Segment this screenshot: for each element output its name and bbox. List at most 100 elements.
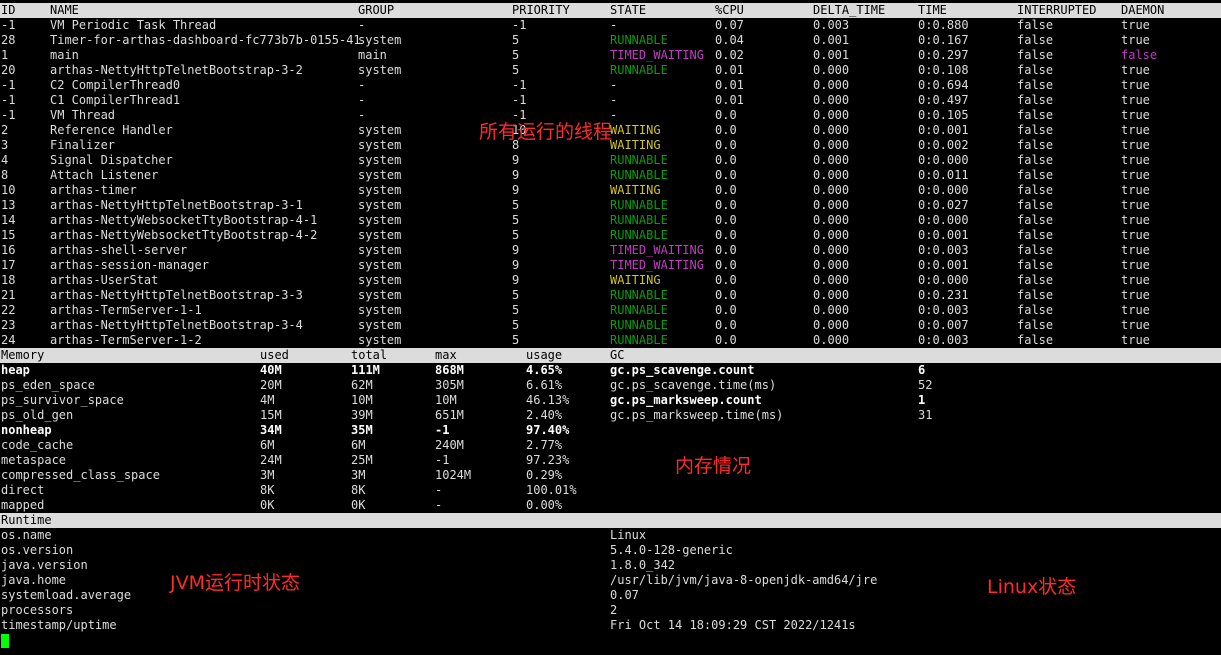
runtime-row: os.version 5.4.0-128-generic — [0, 543, 1221, 558]
runtime-row: os.name Linux — [0, 528, 1221, 543]
thread-priority: 5 — [512, 213, 520, 227]
thread-row: 1 main main 5 TIMED_WAITING 0.02 0.001 0:0.297 f… — [0, 48, 1221, 63]
thread-time: 0:0.231 — [918, 288, 969, 302]
thread-row: 16 arthas-shell-server system 9 TIMED_WAITIN… — [0, 243, 1221, 258]
thread-interrupted: false — [1017, 33, 1054, 47]
thread-group: system — [358, 318, 402, 332]
thread-header-id: ID — [1, 3, 16, 17]
thread-daemon: true — [1121, 153, 1150, 167]
memory-used: 4M — [260, 393, 275, 407]
thread-state: RUNNABLE — [610, 153, 668, 167]
memory-used: 3M — [260, 468, 275, 482]
thread-cpu: 0.0 — [715, 333, 737, 347]
thread-delta-time: 0.001 — [813, 33, 850, 47]
thread-state: - — [610, 93, 618, 107]
thread-name: Finalizer — [50, 138, 116, 152]
thread-priority: 5 — [512, 303, 520, 317]
thread-header-priority: PRIORITY — [512, 3, 570, 17]
thread-name: Attach Listener — [50, 168, 159, 182]
thread-row: -1 VM Periodic Task Thread - -1 - 0.07 0.003 0:… — [0, 18, 1221, 33]
thread-cpu: 0.0 — [715, 153, 737, 167]
thread-group: system — [358, 288, 402, 302]
thread-state: RUNNABLE — [610, 288, 668, 302]
thread-state: RUNNABLE — [610, 333, 668, 347]
thread-daemon: true — [1121, 258, 1150, 272]
thread-time: 0:0.000 — [918, 273, 969, 287]
thread-group: system — [358, 33, 402, 47]
terminal-cursor — [1, 634, 9, 648]
thread-state: RUNNABLE — [610, 228, 668, 242]
memory-max: -1 — [435, 453, 450, 467]
thread-time: 0:0.003 — [918, 303, 969, 317]
memory-usage: 2.77% — [526, 438, 563, 452]
runtime-value: 1.8.0_342 — [610, 558, 676, 572]
gc-metric-value: 6 — [918, 363, 926, 377]
thread-group: main — [358, 48, 387, 62]
thread-priority: 5 — [512, 48, 520, 62]
thread-group: system — [358, 63, 402, 77]
runtime-value: /usr/lib/jvm/java-8-openjdk-amd64/jre — [610, 573, 878, 587]
thread-daemon: true — [1121, 108, 1150, 122]
memory-used: 0K — [260, 498, 275, 512]
memory-row: heap 40M 111M 868M 4.65% gc.ps_scavenge.count… — [0, 363, 1221, 378]
thread-daemon: true — [1121, 123, 1150, 137]
thread-id: -1 — [1, 108, 16, 122]
thread-group: system — [358, 138, 402, 152]
thread-interrupted: false — [1017, 243, 1054, 257]
thread-cpu: 0.0 — [715, 243, 737, 257]
thread-row: 18 arthas-UserStat system 9 WAITING 0.0 0.000 0… — [0, 273, 1221, 288]
thread-cpu: 0.0 — [715, 108, 737, 122]
thread-interrupted: false — [1017, 78, 1054, 92]
thread-cpu: 0.0 — [715, 318, 737, 332]
thread-interrupted: false — [1017, 63, 1054, 77]
memory-header-gc: GC — [610, 348, 625, 362]
thread-interrupted: false — [1017, 198, 1054, 212]
thread-header-interrupted: INTERRUPTED — [1017, 3, 1097, 17]
thread-header-row: ID NAME GROUP PRIORITY STATE %CPU DELTA_TIME TI… — [0, 3, 1221, 18]
runtime-row: timestamp/uptime Fri Oct 14 18:09:29 CST … — [0, 618, 1221, 633]
gc-metric-value: 1 — [918, 393, 926, 407]
memory-header-row: Memory used total max usage GC — [0, 348, 1221, 363]
thread-time: 0:0.001 — [918, 228, 969, 242]
thread-id: -1 — [1, 93, 16, 107]
thread-delta-time: 0.000 — [813, 153, 850, 167]
thread-delta-time: 0.000 — [813, 303, 850, 317]
thread-delta-time: 0.000 — [813, 168, 850, 182]
gc-metric-value: 31 — [918, 408, 933, 422]
memory-memory-name: compressed_class_space — [1, 468, 160, 482]
thread-state: RUNNABLE — [610, 168, 668, 182]
runtime-key: timestamp/uptime — [1, 618, 117, 632]
thread-interrupted: false — [1017, 168, 1054, 182]
thread-interrupted: false — [1017, 108, 1054, 122]
memory-total: 3M — [351, 468, 366, 482]
memory-max: 240M — [435, 438, 464, 452]
runtime-header-title: Runtime — [1, 513, 52, 527]
thread-cpu: 0.01 — [715, 63, 744, 77]
thread-row: 10 arthas-timer system 9 WAITING 0.0 0.000 0:0.… — [0, 183, 1221, 198]
thread-name: Reference Handler — [50, 123, 173, 137]
thread-group: system — [358, 213, 402, 227]
thread-group: system — [358, 183, 402, 197]
thread-delta-time: 0.000 — [813, 108, 850, 122]
thread-delta-time: 0.000 — [813, 243, 850, 257]
thread-priority: 5 — [512, 228, 520, 242]
thread-group: system — [358, 123, 402, 137]
thread-priority: 5 — [512, 318, 520, 332]
memory-memory-name: nonheap — [1, 423, 52, 437]
thread-delta-time: 0.000 — [813, 138, 850, 152]
thread-group: - — [358, 78, 366, 92]
thread-group: - — [358, 18, 366, 32]
thread-state: TIMED_WAITING — [610, 243, 704, 257]
memory-header-used: used — [260, 348, 289, 362]
thread-state: - — [610, 78, 618, 92]
runtime-key: os.version — [1, 543, 74, 557]
thread-delta-time: 0.003 — [813, 18, 850, 32]
memory-row: ps_old_gen 15M 39M 651M 2.40% gc.ps_marksweep… — [0, 408, 1221, 423]
thread-cpu: 0.04 — [715, 33, 744, 47]
memory-max: 651M — [435, 408, 464, 422]
memory-max: - — [435, 498, 443, 512]
runtime-row: processors 2 — [0, 603, 1221, 618]
thread-header-delta-time: DELTA_TIME — [813, 3, 886, 17]
thread-id: 8 — [1, 168, 9, 182]
thread-group: system — [358, 243, 402, 257]
